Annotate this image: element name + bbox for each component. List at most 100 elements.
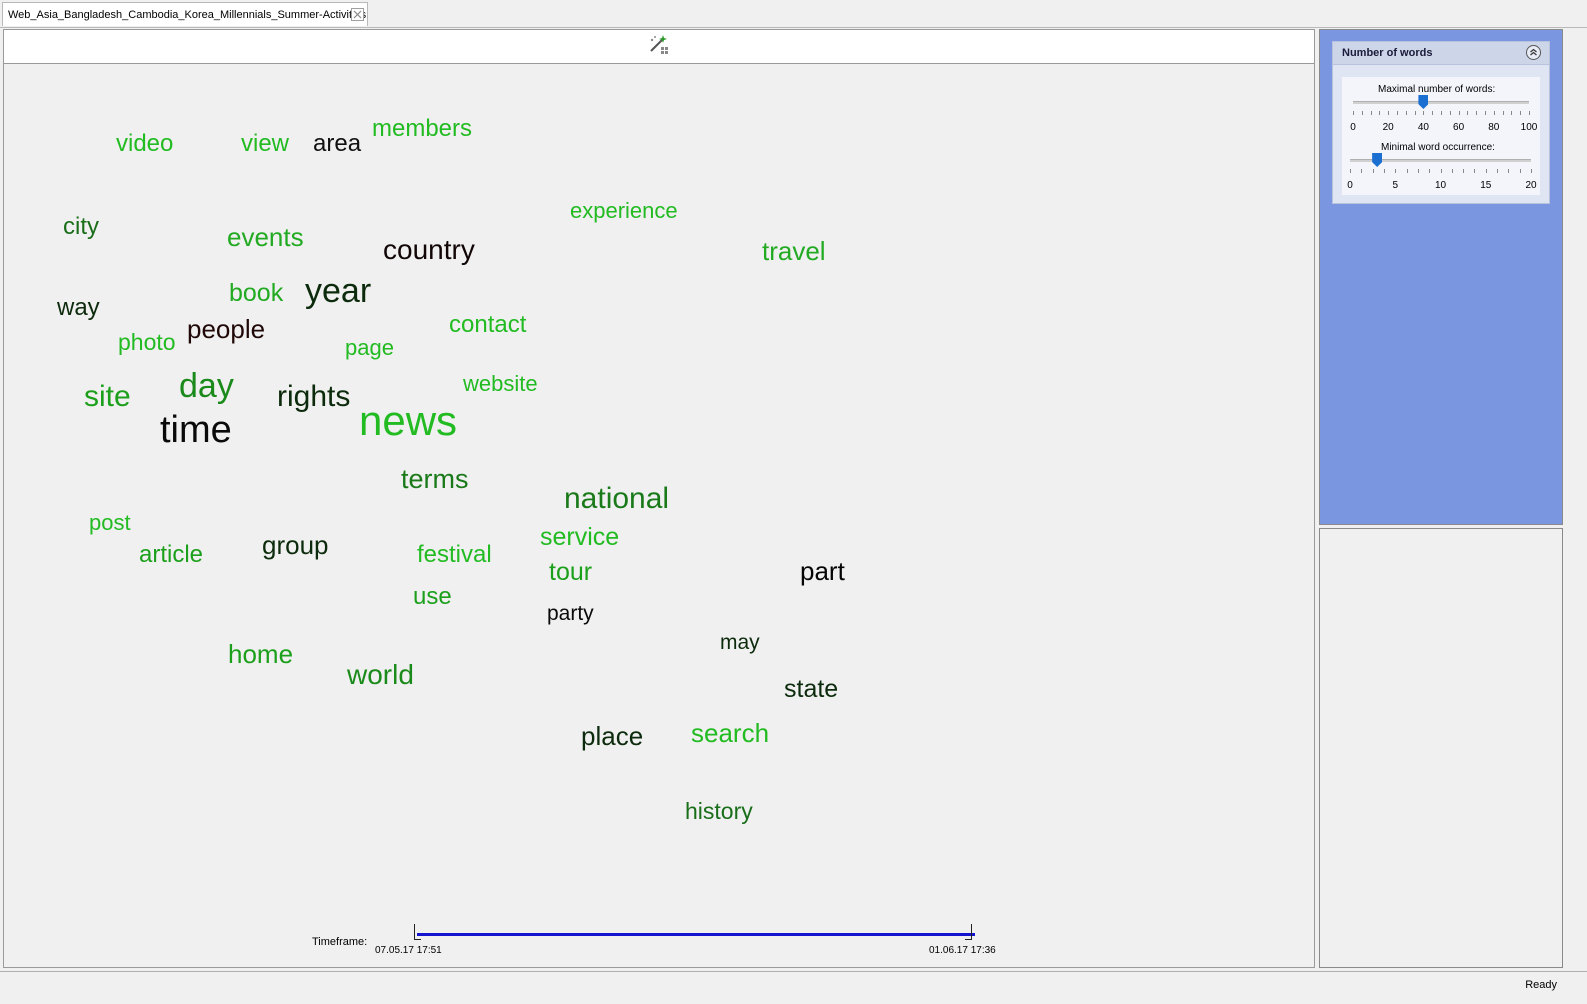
cloud-word[interactable]: news xyxy=(359,400,457,442)
cloud-word[interactable]: day xyxy=(179,369,234,403)
slider-tick xyxy=(1379,111,1381,115)
min-occurrence-label: Minimal word occurrence: xyxy=(1381,142,1495,153)
word-cloud-panel: video view area members experience city events… xyxy=(3,29,1315,968)
slider-tick-label: 0 xyxy=(1347,180,1353,191)
cloud-word[interactable]: year xyxy=(305,274,371,308)
cloud-word[interactable]: book xyxy=(229,281,283,306)
cloud-word[interactable]: service xyxy=(540,525,619,550)
slider-tick xyxy=(1458,111,1460,115)
cloud-word[interactable]: site xyxy=(84,382,131,412)
cloud-word[interactable]: search xyxy=(691,720,769,746)
slider-tick xyxy=(1463,169,1465,173)
cloud-word[interactable]: rights xyxy=(277,382,350,412)
cloud-word[interactable]: tour xyxy=(549,560,592,585)
slider-tick-label: 15 xyxy=(1480,180,1492,191)
timeframe-end-handle[interactable] xyxy=(965,924,972,940)
slider-tick xyxy=(1502,111,1504,115)
slider-tick xyxy=(1350,169,1351,173)
slider-tick xyxy=(1429,169,1431,173)
cloud-word[interactable]: group xyxy=(262,532,329,558)
cloud-word[interactable]: travel xyxy=(762,238,826,264)
tab-strip: Web_Asia_Bangladesh_Cambodia_Korea_Mille… xyxy=(0,0,1587,28)
cloud-word[interactable]: experience xyxy=(570,200,678,222)
cloud-word[interactable]: place xyxy=(581,723,643,749)
settings-panel: Number of words Maximal number of words:… xyxy=(1319,29,1563,525)
cloud-word[interactable]: party xyxy=(547,603,594,624)
cloud-word[interactable]: national xyxy=(564,484,669,514)
cloud-word[interactable]: may xyxy=(720,632,760,653)
cloud-word[interactable]: photo xyxy=(118,331,176,354)
wand-settings-icon[interactable] xyxy=(647,33,671,57)
slider-tick xyxy=(1370,111,1372,115)
min-occurrence-slider-thumb[interactable] xyxy=(1372,153,1383,167)
max-words-slider-track[interactable] xyxy=(1353,101,1529,104)
slider-tick xyxy=(1361,169,1363,173)
slider-tick xyxy=(1441,111,1442,115)
cloud-word[interactable]: history xyxy=(685,800,753,823)
slider-tick-label: 20 xyxy=(1382,122,1394,133)
card-body: Maximal number of words: 0 20 40 60 80 100 Mi… xyxy=(1342,77,1540,195)
cloud-word[interactable]: post xyxy=(89,512,131,534)
document-tab[interactable]: Web_Asia_Bangladesh_Cambodia_Korea_Mille… xyxy=(2,2,368,26)
cloud-word[interactable]: area xyxy=(313,132,361,156)
cloud-word[interactable]: video xyxy=(116,132,173,156)
cloud-word[interactable]: people xyxy=(187,316,265,342)
slider-tick xyxy=(1406,169,1408,173)
cloud-toolbar xyxy=(4,30,1314,64)
slider-tick xyxy=(1405,111,1407,115)
timeframe-range-bar[interactable] xyxy=(417,933,975,936)
max-words-slider-thumb[interactable] xyxy=(1418,95,1429,109)
cloud-word[interactable]: article xyxy=(139,543,203,567)
cloud-word[interactable]: events xyxy=(227,224,304,250)
collapse-up-icon[interactable] xyxy=(1526,45,1541,60)
slider-tick xyxy=(1508,169,1510,173)
cloud-word[interactable]: home xyxy=(228,641,293,667)
cloud-word[interactable]: website xyxy=(463,373,538,395)
cloud-word[interactable]: way xyxy=(57,296,100,320)
cloud-word[interactable]: members xyxy=(372,117,472,141)
slider-tick xyxy=(1361,111,1363,115)
tab-title: Web_Asia_Bangladesh_Cambodia_Korea_Mille… xyxy=(8,9,367,21)
cloud-word[interactable]: part xyxy=(800,558,845,584)
slider-tick xyxy=(1485,111,1486,115)
card-header[interactable]: Number of words xyxy=(1333,42,1549,65)
cloud-word[interactable]: festival xyxy=(417,543,492,567)
slider-tick xyxy=(1520,111,1522,115)
slider-tick xyxy=(1467,111,1469,115)
slider-tick xyxy=(1476,111,1478,115)
slider-tick xyxy=(1474,169,1476,173)
close-tab-icon[interactable] xyxy=(351,8,364,21)
slider-tick xyxy=(1395,169,1397,173)
cloud-word[interactable]: country xyxy=(383,236,475,264)
slider-tick xyxy=(1432,111,1434,115)
slider-tick xyxy=(1353,111,1354,115)
slider-tick xyxy=(1531,169,1532,173)
slider-tick-label: 10 xyxy=(1434,180,1447,191)
slider-tick-label: 40 xyxy=(1417,122,1429,133)
status-text: Ready xyxy=(1525,979,1557,991)
number-of-words-card: Number of words Maximal number of words:… xyxy=(1332,41,1550,204)
cloud-word[interactable]: contact xyxy=(449,313,526,337)
secondary-panel xyxy=(1319,528,1563,968)
slider-tick xyxy=(1493,111,1495,115)
slider-tick xyxy=(1397,111,1398,115)
slider-tick-label: 20 xyxy=(1525,180,1537,191)
cloud-word[interactable]: use xyxy=(413,585,452,609)
timeframe-start-handle[interactable] xyxy=(414,924,421,940)
cloud-word[interactable]: time xyxy=(160,411,232,449)
cloud-word[interactable]: terms xyxy=(401,466,469,493)
slider-tick xyxy=(1449,111,1451,115)
cloud-word[interactable]: state xyxy=(784,677,838,702)
slider-tick xyxy=(1529,111,1530,115)
slider-tick xyxy=(1423,111,1425,115)
timeframe-label: Timeframe: xyxy=(312,936,368,948)
cloud-word[interactable]: city xyxy=(63,215,99,239)
slider-tick-label: 80 xyxy=(1488,122,1500,133)
slider-tick xyxy=(1497,169,1499,173)
timeframe-end-date: 01.06.17 17:36 xyxy=(929,945,996,956)
cloud-word[interactable]: page xyxy=(345,337,394,359)
card-title: Number of words xyxy=(1342,47,1433,59)
cloud-word[interactable]: view xyxy=(241,132,289,156)
cloud-word[interactable]: world xyxy=(347,661,414,689)
slider-tick xyxy=(1440,169,1442,173)
